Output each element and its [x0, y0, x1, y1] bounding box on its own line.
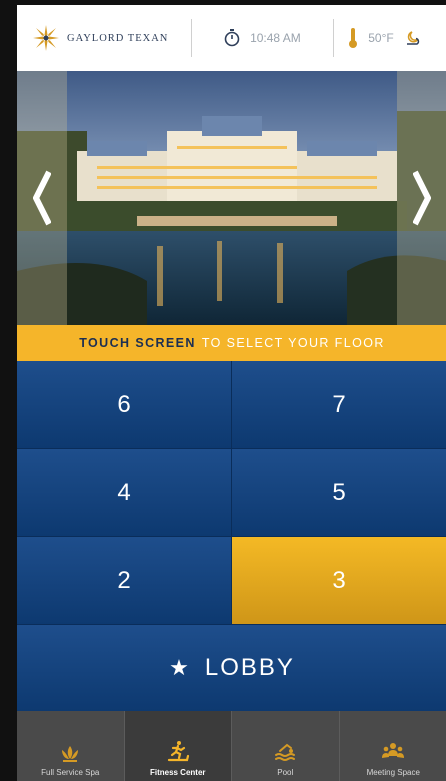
brand: GAYLORD TEXAN — [17, 23, 191, 53]
next-photo-button[interactable] — [397, 71, 446, 325]
time-block: 10:48 AM — [192, 29, 334, 47]
stopwatch-icon — [224, 29, 240, 47]
floor-button-6[interactable]: 6 — [17, 361, 232, 449]
floor-button-2[interactable]: 2 — [17, 537, 232, 625]
instruction-banner: TOUCH SCREEN TO SELECT YOUR FLOOR — [17, 325, 446, 361]
swimmer-icon — [275, 743, 296, 761]
brand-name: GAYLORD TEXAN — [67, 32, 169, 44]
hotel-photo-carousel[interactable] — [17, 71, 446, 325]
amenity-fitness-center[interactable]: Fitness Center — [124, 711, 232, 781]
sun-star-logo — [33, 25, 59, 51]
amenity-pool[interactable]: Pool — [232, 711, 340, 781]
cloud-moon-icon — [406, 31, 419, 45]
floor-button-3[interactable]: 3 — [232, 537, 446, 625]
amenity-label: Full Service Spa — [41, 768, 100, 777]
amenity-meeting-space[interactable]: Meeting Space — [340, 711, 446, 781]
amenity-label: Pool — [277, 768, 294, 777]
weather-block: 50°F — [334, 27, 446, 49]
people-group-icon — [382, 743, 405, 758]
amenity-full-service-spa[interactable]: Full Service Spa — [17, 711, 125, 781]
thermometer-icon — [349, 28, 358, 48]
floor-button-4[interactable]: 4 — [17, 449, 232, 537]
floor-button-7[interactable]: 7 — [232, 361, 446, 449]
header-bar: GAYLORD TEXAN 10:48 AM 50°F — [17, 5, 446, 71]
lobby-label: LOBBY — [204, 654, 295, 681]
amenities-bar: Full Service Spa Fitness Center Pool Mee… — [17, 711, 446, 781]
current-time: 10:48 AM — [250, 31, 301, 45]
chevron-right-icon — [413, 170, 431, 226]
instruction-text: TO SELECT YOUR FLOOR — [201, 336, 385, 350]
kiosk-screen: GAYLORD TEXAN 10:48 AM 50°F TOUCH SCREEN… — [17, 5, 446, 781]
temperature: 50°F — [368, 31, 394, 45]
previous-photo-button[interactable] — [17, 71, 67, 325]
lobby-button[interactable]: ★ LOBBY — [17, 625, 446, 711]
chevron-left-icon — [33, 170, 51, 226]
instruction-emphasis: TOUCH SCREEN — [79, 336, 196, 350]
star-icon: ★ — [169, 655, 191, 680]
lotus-icon — [62, 746, 79, 762]
treadmill-runner-icon — [167, 741, 189, 762]
hotel-photo — [17, 71, 446, 325]
amenity-label: Meeting Space — [366, 768, 420, 777]
floor-button-5[interactable]: 5 — [232, 449, 446, 537]
amenity-label: Fitness Center — [149, 768, 206, 777]
